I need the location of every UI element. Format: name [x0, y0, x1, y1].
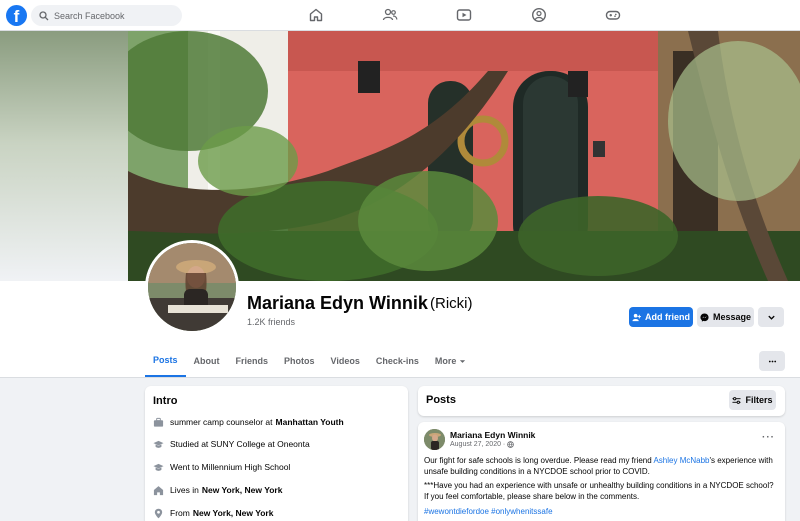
- watch-icon[interactable]: [456, 7, 472, 23]
- tab-label: Videos: [330, 356, 360, 366]
- post-hashtags[interactable]: #wewontdiefordoe #onlywhenitssafe: [424, 506, 779, 517]
- filters-icon: [732, 396, 742, 404]
- intro-item-lives: Lives in New York, New York: [152, 484, 282, 496]
- intro-item-text: summer camp counselor at: [170, 417, 273, 427]
- message-label: Message: [712, 312, 752, 322]
- home-icon: [152, 484, 164, 496]
- chevron-down-icon: [767, 315, 775, 320]
- mention-link[interactable]: Ashley McNabb: [653, 456, 709, 465]
- tab-videos[interactable]: Videos: [323, 345, 368, 377]
- post-paragraph-1: Our fight for safe schools is long overd…: [424, 455, 779, 477]
- intro-item-link[interactable]: New York, New York: [193, 508, 274, 518]
- tab-label: Friends: [235, 356, 269, 366]
- location-pin-icon: [152, 507, 164, 519]
- add-person-icon: [632, 313, 641, 321]
- filters-label: Filters: [745, 395, 773, 405]
- intro-item-text: Lives in: [170, 485, 199, 495]
- intro-item-highschool: Went to Millennium High School: [152, 461, 290, 473]
- search-input[interactable]: [54, 10, 174, 21]
- facebook-logo[interactable]: f: [6, 5, 27, 26]
- cover-side-gradient: [0, 31, 128, 281]
- intro-title: Intro: [153, 395, 178, 407]
- intro-item-text: From: [170, 508, 190, 518]
- graduation-cap-icon: [152, 438, 164, 450]
- intro-item-from: From New York, New York: [152, 507, 273, 519]
- add-friend-button[interactable]: Add friend: [629, 307, 693, 327]
- profile-tabs: Posts About Friends Photos Videos Check-…: [145, 345, 474, 377]
- intro-item-link[interactable]: New York, New York: [202, 485, 283, 495]
- post-date-text: August 27, 2020 ·: [450, 441, 506, 448]
- profile-avatar[interactable]: [145, 240, 239, 334]
- tab-posts[interactable]: Posts: [145, 345, 186, 377]
- home-icon[interactable]: [308, 7, 324, 23]
- tab-friends[interactable]: Friends: [228, 345, 277, 377]
- tab-label: Posts: [153, 355, 178, 365]
- intro-card: Intro summer camp counselor at Manhattan …: [145, 386, 408, 521]
- intro-item-work: summer camp counselor at Manhattan Youth: [152, 416, 344, 428]
- profile-options-button[interactable]: [759, 351, 785, 371]
- tab-about[interactable]: About: [186, 345, 228, 377]
- profile-nickname: (Ricki): [430, 295, 473, 312]
- tab-label: More: [434, 356, 457, 366]
- post-author-avatar[interactable]: [424, 429, 445, 450]
- caret-down-icon: [460, 359, 466, 363]
- gaming-icon[interactable]: [605, 7, 621, 23]
- tab-check-ins[interactable]: Check-ins: [368, 345, 427, 377]
- tab-label: Check-ins: [375, 356, 419, 366]
- posts-title: Posts: [426, 394, 456, 406]
- post-options-button[interactable]: ···: [762, 432, 775, 443]
- intro-item-college: Studied at SUNY College at Oneonta: [152, 438, 310, 450]
- cover-photo[interactable]: [128, 31, 800, 281]
- tab-label: About: [193, 356, 220, 366]
- message-button[interactable]: Message: [697, 307, 754, 327]
- friends-count[interactable]: 1.2K friends: [247, 317, 295, 327]
- profile-name: Mariana Edyn Winnik: [247, 293, 428, 313]
- post-author-name[interactable]: Mariana Edyn Winnik: [450, 430, 535, 440]
- tab-more[interactable]: More: [427, 345, 475, 377]
- post-timestamp[interactable]: August 27, 2020 ·: [450, 441, 515, 448]
- intro-item-text: Studied at SUNY College at Oneonta: [170, 439, 310, 449]
- intro-item-text: Went to Millennium High School: [170, 462, 291, 472]
- globe-icon: [507, 441, 515, 448]
- search-icon: [39, 10, 49, 20]
- filters-button[interactable]: Filters: [729, 390, 776, 410]
- add-friend-label: Add friend: [645, 312, 690, 322]
- profile-more-button[interactable]: [758, 307, 784, 327]
- tab-label: Photos: [284, 356, 315, 366]
- briefcase-icon: [152, 416, 164, 428]
- search-box[interactable]: [31, 5, 182, 26]
- post-paragraph-2: ***Have you had an experience with unsaf…: [424, 481, 774, 501]
- post-card: Mariana Edyn Winnik August 27, 2020 · ··…: [418, 422, 785, 521]
- post-text-part: Our fight for safe schools is long overd…: [424, 456, 654, 465]
- tab-photos[interactable]: Photos: [276, 345, 323, 377]
- intro-item-link[interactable]: Manhattan Youth: [276, 417, 344, 427]
- graduation-cap-icon: [152, 461, 164, 473]
- top-navigation-bar: f: [0, 0, 800, 31]
- friends-icon[interactable]: [382, 7, 398, 23]
- more-dots-icon: [768, 360, 776, 362]
- groups-icon[interactable]: [531, 7, 547, 23]
- logo-letter: f: [13, 7, 20, 26]
- messenger-icon: [700, 313, 709, 322]
